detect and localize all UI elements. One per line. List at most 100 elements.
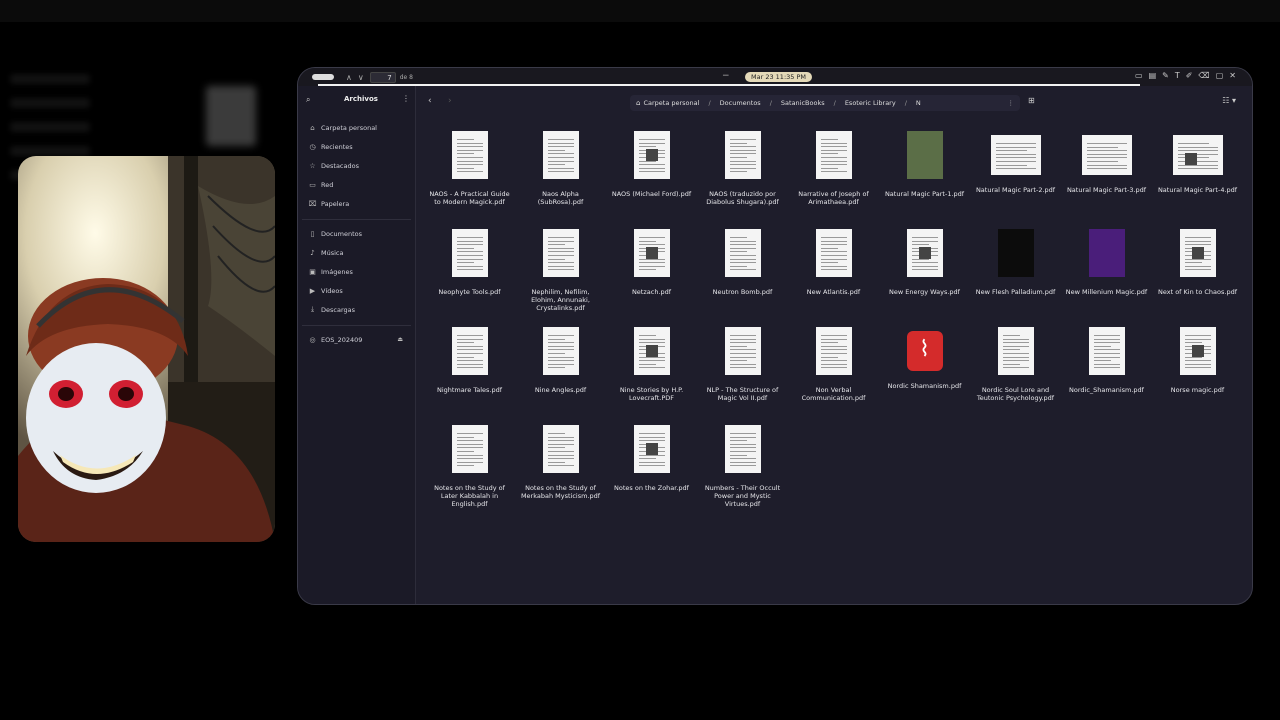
sidebar-item-images[interactable]: ▣ Imágenes	[298, 262, 415, 281]
file-item[interactable]: Nine Angles.pdf	[515, 324, 606, 422]
breadcrumb-item[interactable]: Esoteric Library	[845, 99, 896, 107]
zoom-out-icon[interactable]: −	[722, 71, 730, 81]
home-icon: ⌂	[636, 99, 641, 107]
file-item[interactable]: Next of Kin to Chaos.pdf	[1152, 226, 1243, 324]
next-page-icon[interactable]: ∨	[358, 73, 364, 82]
window-close-icon[interactable]: ✕	[1229, 71, 1236, 80]
thumbnail-text-line	[456, 440, 483, 442]
sidebar-toggle-pill[interactable]	[312, 74, 334, 80]
view-options-icon[interactable]: ☷ ▾	[1222, 96, 1236, 105]
draw-icon[interactable]: ✐	[1186, 71, 1193, 80]
text-tool-icon[interactable]: T	[1175, 71, 1180, 80]
comment-icon[interactable]: ▭	[1135, 71, 1143, 80]
back-button[interactable]: ‹	[428, 96, 432, 106]
sidebar-item-downloads[interactable]: ⤓ Descargas	[298, 300, 415, 319]
file-name: Nordic_Shamanism.pdf	[1069, 386, 1144, 394]
file-item[interactable]: Non Verbal Communication.pdf	[788, 324, 879, 422]
thumbnail-text-line	[456, 349, 483, 351]
thumbnail-text-line	[820, 269, 847, 271]
file-name: Nephilim, Nefilim, Elohim, Annunaki, Cry…	[531, 288, 590, 312]
thumbnail-text-line	[820, 258, 847, 260]
file-item[interactable]: New Atlantis.pdf	[788, 226, 879, 324]
sidebar-item-documents[interactable]: ▯ Documentos	[298, 224, 415, 243]
sidebar-item-label: Recientes	[321, 142, 353, 151]
thumbnail-text-line	[820, 367, 847, 369]
thumbnail-text-line	[1086, 164, 1127, 166]
page-number-input[interactable]: 7	[369, 71, 396, 83]
file-item[interactable]: Notes on the Study of Later Kabbalah in …	[424, 422, 515, 520]
thumbnail-figure	[645, 247, 658, 259]
breadcrumb-item[interactable]: Documentos	[720, 99, 761, 107]
thumbnail-text-line	[1002, 349, 1020, 351]
file-thumbnail	[633, 327, 670, 375]
file-item[interactable]: Narrative of Joseph of Arimathaea.pdf	[788, 128, 879, 226]
new-folder-icon[interactable]: ⊞	[1028, 96, 1035, 105]
thumbnail-text-line	[911, 240, 938, 242]
thumbnail-text-line	[1086, 146, 1118, 148]
file-item[interactable]: Nine Stories by H.P. Lovecraft.PDF	[606, 324, 697, 422]
file-item[interactable]: Netzach.pdf	[606, 226, 697, 324]
breadcrumb-item[interactable]: N	[916, 99, 921, 107]
thumbnail-figure	[918, 247, 931, 259]
thumbnail-text-line	[547, 349, 574, 351]
file-item[interactable]: Nephilim, Nefilim, Elohim, Annunaki, Cry…	[515, 226, 606, 324]
file-item[interactable]: Natural Magic Part-2.pdf	[970, 128, 1061, 226]
file-item[interactable]: Notes on the Study of Merkabah Mysticism…	[515, 422, 606, 520]
path-menu-icon[interactable]: ⋮	[1008, 99, 1015, 107]
sidebar-item-recent[interactable]: ◷ Recientes	[298, 137, 415, 156]
file-thumbnail	[815, 229, 852, 277]
file-item[interactable]: NAOS (Michael Ford).pdf	[606, 128, 697, 226]
file-item[interactable]: Natural Magic Part-4.pdf	[1152, 128, 1243, 226]
file-item[interactable]: Natural Magic Part-1.pdf	[879, 128, 970, 226]
file-item[interactable]: Nordic Soul Lore and Teutonic Psychology…	[970, 324, 1061, 422]
file-item[interactable]: Notes on the Zohar.pdf	[606, 422, 697, 520]
file-item[interactable]: NAOS - A Practical Guide to Modern Magic…	[424, 128, 515, 226]
thumbnail-text-line	[1184, 335, 1211, 336]
file-item[interactable]: Nordic_Shamanism.pdf	[1061, 324, 1152, 422]
thumbnail-text-line	[820, 171, 847, 173]
sidebar-item-music[interactable]: ♪ Música	[298, 243, 415, 262]
thumbnail-text-line	[456, 443, 483, 445]
header-bar: ‹ › ⌂ Carpeta personal / Documentos / Sa…	[416, 86, 1252, 120]
sidebar-item-network[interactable]: ▭ Red	[298, 175, 415, 194]
pen-icon[interactable]: ✎	[1162, 71, 1169, 80]
search-icon[interactable]: ⌕	[306, 95, 310, 105]
file-item[interactable]: Numbers - Their Occult Power and Mystic …	[697, 422, 788, 520]
thumbnail-text-line	[547, 360, 574, 362]
sidebar-item-drive[interactable]: ◎ EOS_202409 ⏏	[298, 330, 415, 349]
file-item[interactable]: New Flesh Palladium.pdf	[970, 226, 1061, 324]
previous-page-icon[interactable]: ∧	[346, 73, 352, 82]
thumbnail-text-line	[995, 168, 1036, 170]
file-item[interactable]: Naos Alpha (SubRosa).pdf	[515, 128, 606, 226]
sidebar-item-home[interactable]: ⌂ Carpeta personal	[298, 118, 415, 137]
file-item[interactable]: New Energy Ways.pdf	[879, 226, 970, 324]
file-item[interactable]: Norse magic.pdf	[1152, 324, 1243, 422]
breadcrumb-item[interactable]: Carpeta personal	[643, 99, 699, 107]
file-item[interactable]: Neutron Bomb.pdf	[697, 226, 788, 324]
thumbnail-text-line	[820, 142, 847, 144]
thumbnail-text-line	[456, 146, 483, 148]
file-item[interactable]: NLP - The Structure of Magic Vol II.pdf	[697, 324, 788, 422]
thumbnail-text-line	[638, 367, 665, 369]
file-item[interactable]: New Millenium Magic.pdf	[1061, 226, 1152, 324]
file-item[interactable]: Nightmare Tales.pdf	[424, 324, 515, 422]
file-item[interactable]: Neophyte Tools.pdf	[424, 226, 515, 324]
sidebar-item-trash[interactable]: ⌧ Papelera	[298, 194, 415, 213]
file-item[interactable]: Natural Magic Part-3.pdf	[1061, 128, 1152, 226]
highlight-icon[interactable]: ▤	[1149, 71, 1157, 80]
window-restore-icon[interactable]: ▢	[1216, 71, 1224, 80]
breadcrumb-item[interactable]: SatanicBooks	[781, 99, 825, 107]
thumbnail-text-line	[1184, 363, 1211, 365]
forward-button[interactable]: ›	[448, 96, 452, 106]
file-name: Next of Kin to Chaos.pdf	[1158, 288, 1237, 296]
main-menu-icon[interactable]: ⋮	[402, 94, 410, 103]
sidebar-item-starred[interactable]: ☆ Destacados	[298, 156, 415, 175]
file-item[interactable]: ⌇ Nordic Shamanism.pdf	[879, 324, 970, 422]
thumbnail-figure	[1191, 345, 1204, 357]
file-name: Narrative of Joseph of Arimathaea.pdf	[798, 190, 869, 206]
file-item[interactable]: NAOS (traduzido por Diabolus Shugara).pd…	[697, 128, 788, 226]
eject-icon[interactable]: ⏏	[397, 336, 403, 343]
sidebar-item-videos[interactable]: ▶ Vídeos	[298, 281, 415, 300]
eraser-icon[interactable]: ⌫	[1198, 71, 1209, 80]
thumbnail-text-line	[547, 153, 574, 155]
